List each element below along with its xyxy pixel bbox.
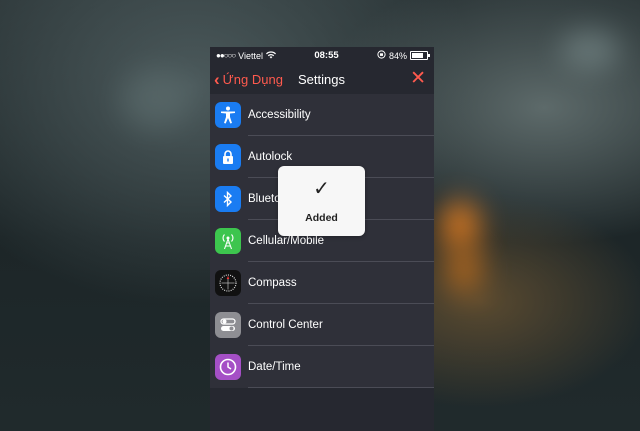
list-item-label: Accessibility [248,109,311,121]
cellular-icon [215,228,241,254]
carrier-name: Viettel [238,50,264,61]
clock-icon [215,354,241,380]
list-item-date-time[interactable]: Date/Time [210,346,434,388]
close-icon[interactable]: ✕ [410,69,426,88]
list-item-compass[interactable]: Compass [210,262,434,304]
battery-icon [409,51,430,60]
compass-icon [215,270,241,296]
background-blur [445,245,483,293]
background-blur [440,200,480,250]
toggles-icon [215,312,241,338]
list-item-label: Date/Time [248,361,301,373]
clock-time: 08:55 [314,50,339,61]
list-item-accessibility[interactable]: Accessibility [210,94,434,136]
navigation-bar: ‹ Ứng Dụng Settings ✕ [210,64,434,94]
bluetooth-icon [215,186,241,212]
list-item-control-center[interactable]: Control Center [210,304,434,346]
checkmark-icon: ✓ [313,177,330,200]
background-blur [120,70,190,130]
wifi-icon [266,50,277,61]
back-button[interactable]: ‹ Ứng Dụng [214,71,283,88]
divider [248,387,434,388]
settings-list: Accessibility Autolock Bluetooth Cellula… [210,94,434,388]
back-label: Ứng Dụng [222,71,283,87]
toast-message: Added [305,211,338,224]
signal-strength: ●●○○○ [216,51,236,60]
page-title: Settings [298,71,345,87]
added-toast: ✓ Added [278,166,365,236]
status-bar: ●●○○○ Viettel 08:55 84% [210,47,434,64]
list-item-label: Compass [248,277,297,289]
background-blur [560,30,620,70]
list-item-label: Cellular/Mobile [248,235,325,247]
battery-percent: 84% [388,50,407,61]
list-item-label: Autolock [248,151,293,163]
lock-icon [215,144,241,170]
chevron-left-icon: ‹ [214,69,220,89]
phone-screen: ●●○○○ Viettel 08:55 84% ‹ Ứng Dụng Setti… [210,47,434,431]
accessibility-icon [215,102,241,128]
rotation-lock-icon [377,50,386,61]
list-item-label: Control Center [248,319,323,331]
